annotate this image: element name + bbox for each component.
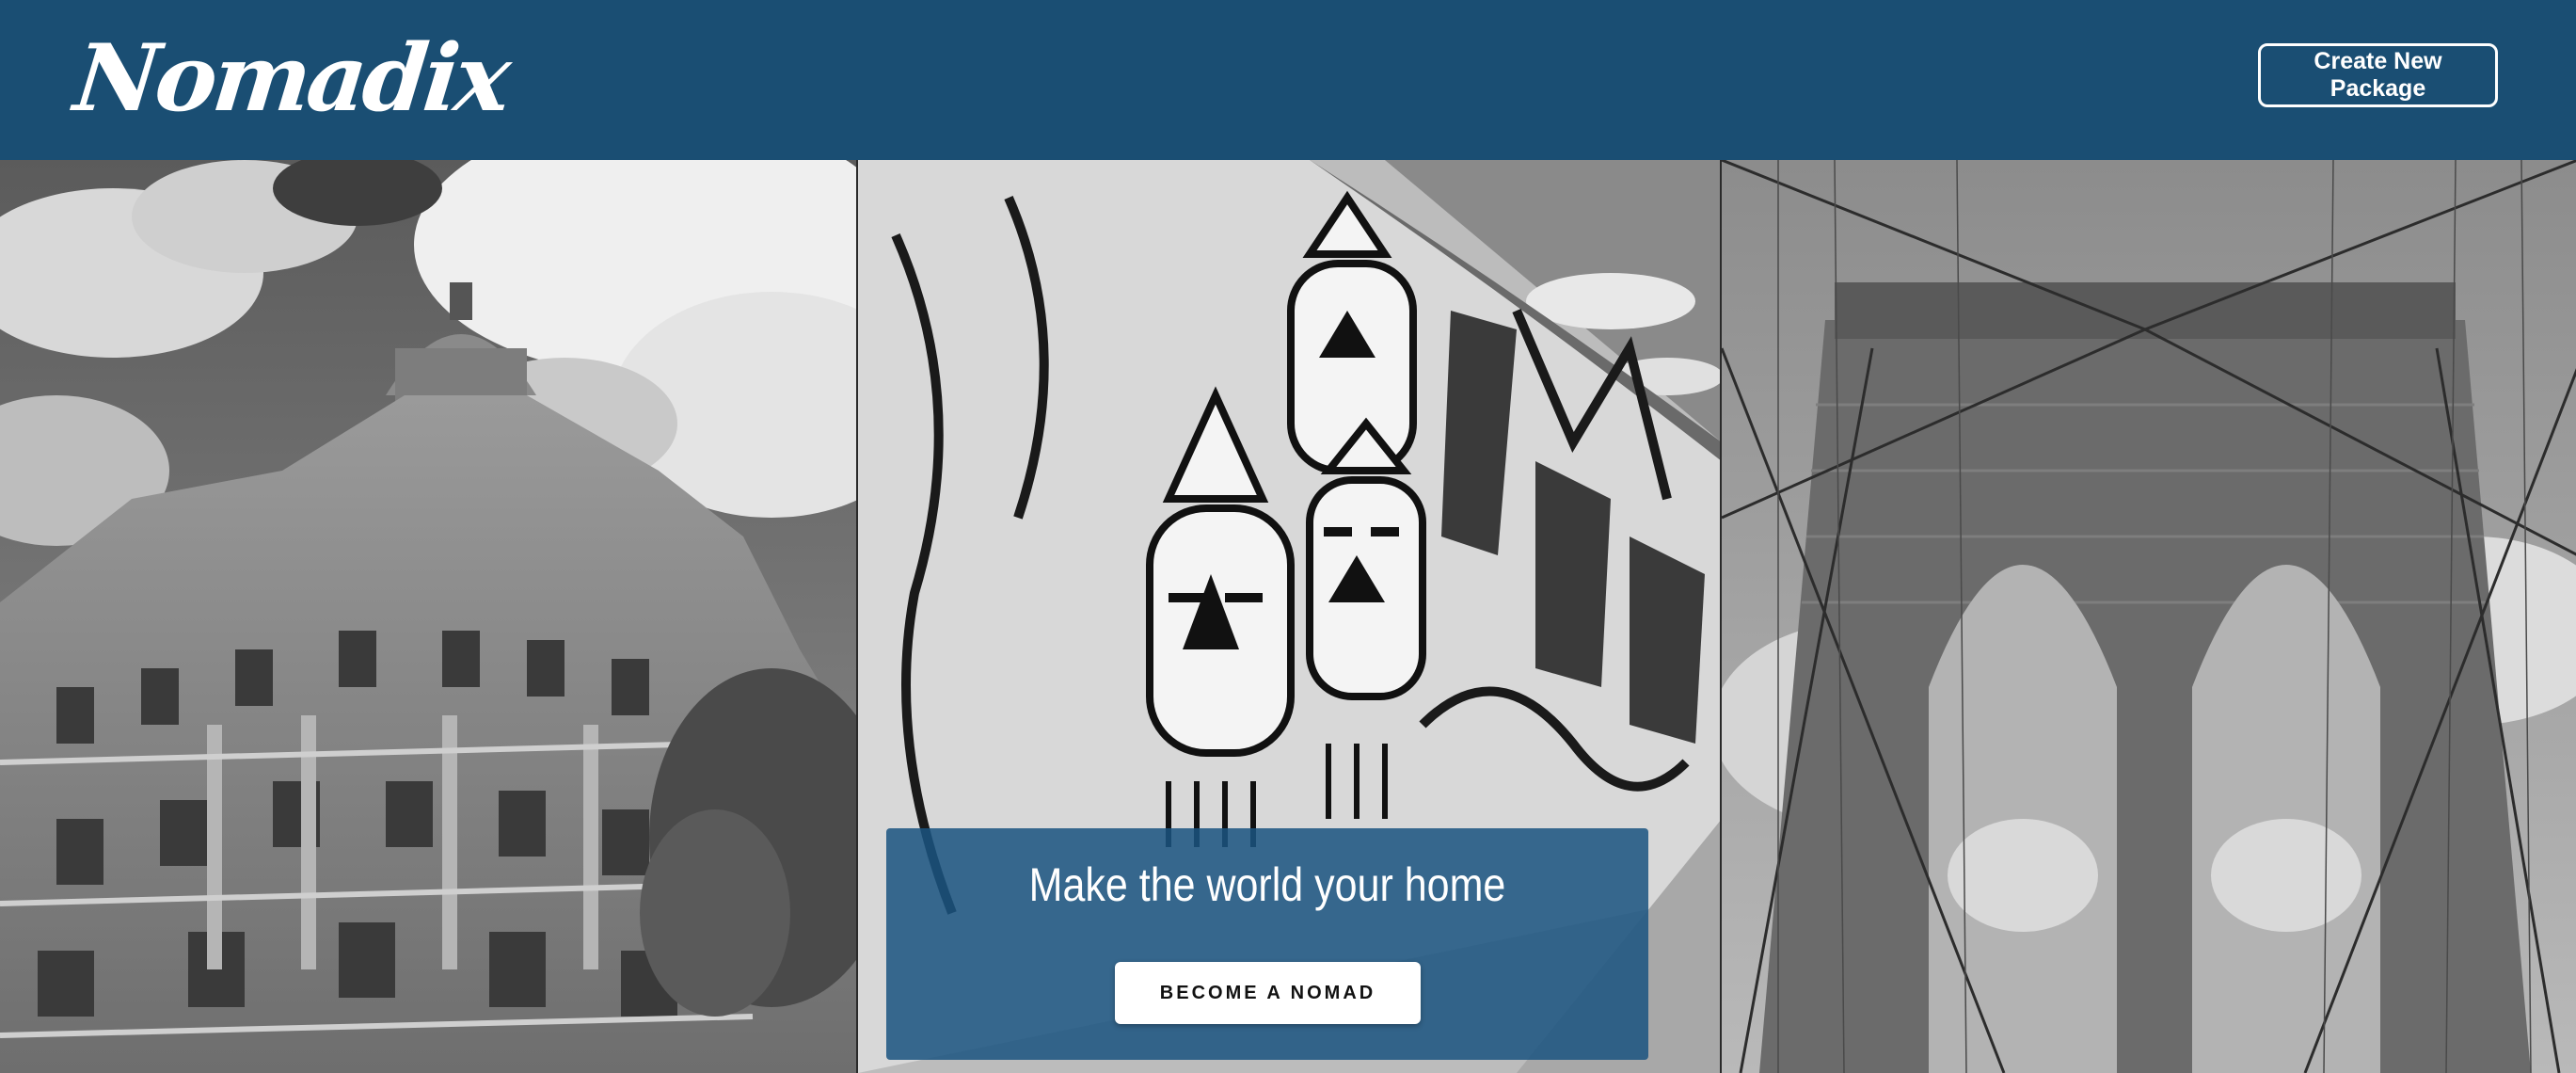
hero-section: Make the world your home BECOME A NOMAD [0,160,2576,1073]
hero-photo-bridge [1720,160,2576,1073]
hero-headline: Make the world your home [1028,858,1506,911]
become-a-nomad-button[interactable]: BECOME A NOMAD [1115,962,1421,1024]
top-navbar: Nomadix Create New Package [0,0,2576,160]
create-new-package-button[interactable]: Create New Package [2258,43,2498,107]
brand-logo[interactable]: Nomadix [69,13,514,145]
hero-photo-building [0,160,856,1073]
hero-cta-panel: Make the world your home BECOME A NOMAD [886,828,1648,1060]
